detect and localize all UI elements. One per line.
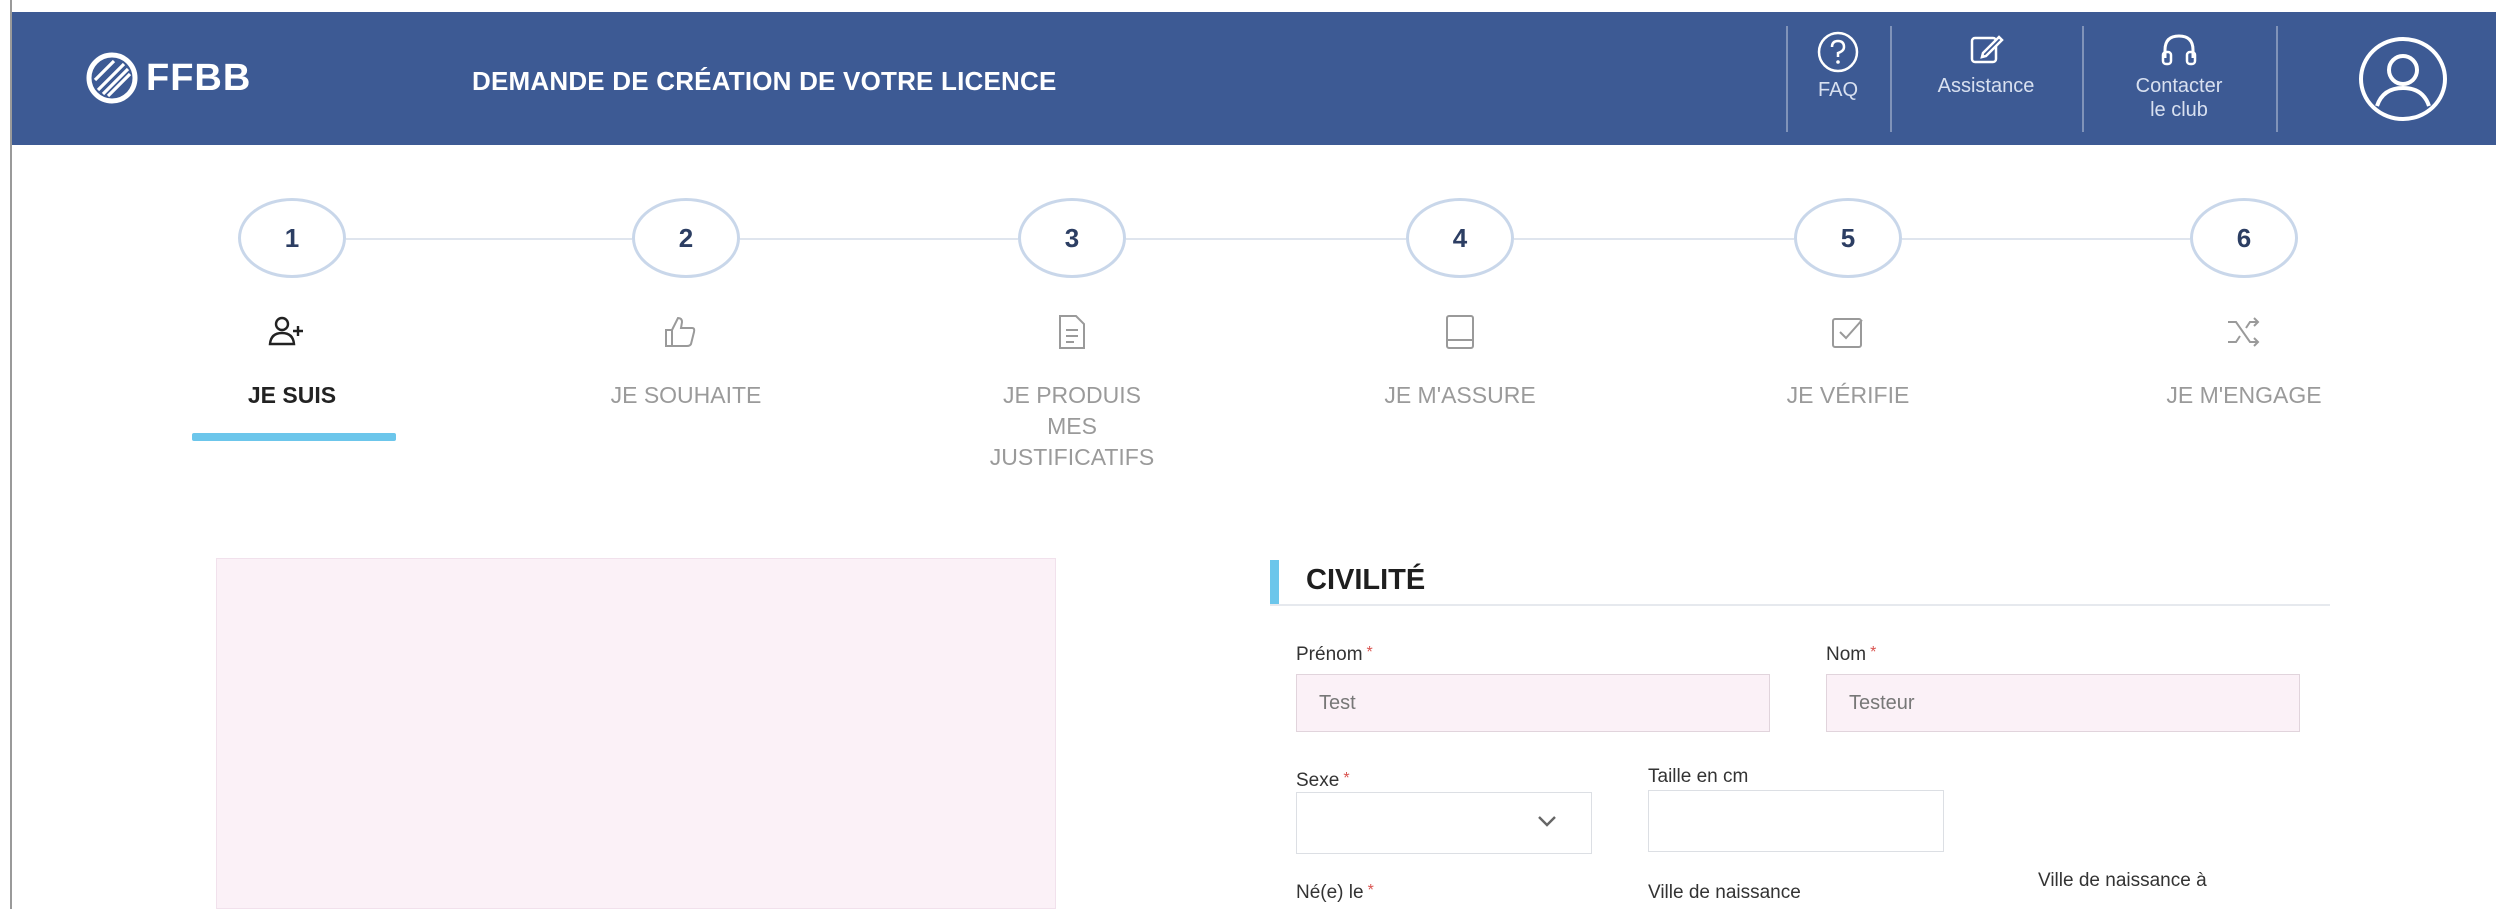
nom-label: Nom * [1826, 644, 1876, 666]
section-title: CIVILITÉ [1306, 564, 1426, 596]
faq-label: FAQ [1817, 79, 1858, 101]
step-3-label-line2: MES [1047, 413, 1097, 439]
ne-le-label-text: Né(e) le [1296, 882, 1364, 903]
step-4-circle[interactable]: 4 [1406, 198, 1514, 278]
step-1-label[interactable]: JE SUIS [162, 380, 422, 411]
shuffle-icon [2228, 317, 2260, 347]
thumbs-up-icon [665, 316, 696, 347]
assistance-label: Assistance [1937, 75, 2035, 97]
ville-naissance-label: Ville de naissance [1648, 882, 1801, 903]
ffbb-logo[interactable]: FFBB [86, 52, 251, 104]
step-6-label[interactable]: JE M'ENGAGE [2114, 380, 2374, 411]
page-title: DEMANDE DE CRÉATION DE VOTRE LICENCE [472, 66, 1057, 96]
nom-field[interactable]: Testeur [1826, 674, 2300, 732]
prenom-label: Prénom * [1296, 644, 1373, 666]
step-5-circle[interactable]: 5 [1794, 198, 1902, 278]
prenom-label-text: Prénom [1296, 644, 1363, 665]
window-left-edge [0, 0, 12, 909]
logo-text: FFBB [146, 56, 252, 99]
step-6-circle[interactable]: 6 [2190, 198, 2298, 278]
basketball-logo-icon [86, 52, 138, 104]
active-step-indicator [192, 433, 396, 441]
chevron-down-icon [1538, 816, 1556, 827]
ne-le-label: Né(e) le * [1296, 882, 1374, 904]
assistance-button[interactable]: Assistance [1892, 30, 2080, 98]
sexe-label-text: Sexe [1296, 770, 1340, 791]
account-avatar[interactable] [2355, 34, 2451, 129]
prenom-field[interactable]: Test [1296, 674, 1770, 732]
contact-club-button[interactable]: Contacter le club [2084, 30, 2274, 122]
book-icon [1446, 315, 1474, 349]
required-marker: * [1870, 644, 1877, 661]
nom-label-text: Nom [1826, 644, 1867, 665]
step-2-circle[interactable]: 2 [632, 198, 740, 278]
required-marker: * [1367, 882, 1374, 899]
step-5-label[interactable]: JE VÉRIFIE [1718, 380, 1978, 411]
nom-value: Testeur [1849, 691, 1915, 714]
headset-icon [2161, 34, 2197, 66]
user-circle-icon [2359, 37, 2447, 121]
contact-line2: le club [2150, 99, 2208, 121]
step-3-label[interactable]: JE PRODUIS MES JUSTIFICATIFS [942, 380, 1202, 473]
taille-label: Taille en cm [1648, 766, 1749, 787]
stepper-connector [1902, 238, 2190, 240]
ville-naissance-etranger-label: Ville de naissance à [2038, 870, 2207, 891]
check-square-icon [1832, 318, 1863, 348]
step-3-label-line3: JUSTIFICATIFS [989, 444, 1155, 470]
step-4-label[interactable]: JE M'ASSURE [1330, 380, 1590, 411]
section-accent-bar [1270, 560, 1279, 604]
edit-icon [1970, 35, 2004, 64]
sexe-label: Sexe * [1296, 770, 1350, 792]
top-header: FFBB DEMANDE DE CRÉATION DE VOTRE LICENC… [12, 12, 2496, 145]
contact-line1: Contacter [2135, 75, 2223, 97]
question-circle-icon [1817, 31, 1859, 73]
step-3-label-line1: JE PRODUIS [1002, 382, 1142, 408]
step-1-circle[interactable]: 1 [238, 198, 346, 278]
section-divider [1270, 604, 2330, 606]
stepper-connector [1514, 238, 1794, 240]
sexe-select[interactable] [1296, 792, 1592, 854]
stepper-connector [740, 238, 1018, 240]
required-marker: * [1366, 644, 1373, 661]
taille-field[interactable] [1648, 790, 1944, 852]
step-3-circle[interactable]: 3 [1018, 198, 1126, 278]
document-icon [1059, 315, 1085, 349]
prenom-value: Test [1319, 691, 1356, 714]
stepper-connector [1126, 238, 1406, 240]
step-2-label[interactable]: JE SOUHAITE [556, 380, 816, 411]
header-divider [2276, 26, 2278, 132]
user-plus-icon [268, 316, 303, 346]
photo-upload-area[interactable] [216, 558, 1056, 909]
required-marker: * [1343, 770, 1350, 787]
faq-button[interactable]: FAQ [1788, 30, 1888, 102]
stepper-connector [346, 238, 632, 240]
